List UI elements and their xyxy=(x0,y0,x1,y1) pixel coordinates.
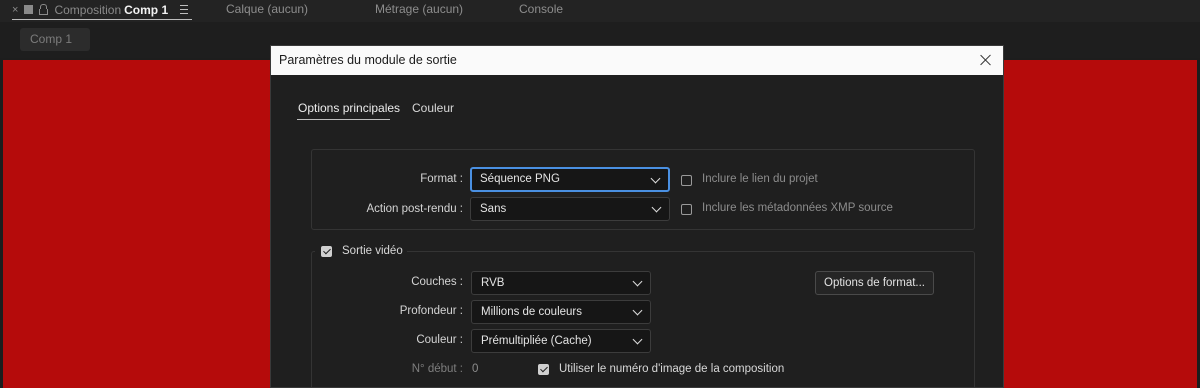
start-frame-value[interactable]: 0 xyxy=(472,363,478,375)
format-value: Séquence PNG xyxy=(480,173,560,185)
tab-main-options[interactable]: Options principales xyxy=(298,101,400,115)
video-output-label: Sortie vidéo xyxy=(342,245,403,257)
video-output-checkbox[interactable] xyxy=(321,246,332,257)
post-render-label: Action post-rendu : xyxy=(366,203,463,215)
composition-color-icon xyxy=(24,5,34,14)
include-project-link-checkbox[interactable] xyxy=(681,175,692,186)
close-icon[interactable] xyxy=(977,51,995,69)
start-frame-label: N° début : xyxy=(411,363,463,375)
post-render-dropdown[interactable]: Sans xyxy=(470,197,670,221)
color-label: Couleur : xyxy=(416,334,463,346)
format-dropdown[interactable]: Séquence PNG xyxy=(470,167,670,192)
tab-console[interactable]: Console xyxy=(519,2,563,16)
depth-dropdown[interactable]: Millions de couleurs xyxy=(471,300,651,324)
dialog-titlebar: Paramètres du module de sortie xyxy=(271,46,1003,75)
chevron-down-icon xyxy=(650,173,661,184)
chevron-down-icon xyxy=(632,334,643,345)
dialog-title: Paramètres du module de sortie xyxy=(279,53,457,67)
close-icon[interactable]: × xyxy=(12,4,18,16)
active-tab-indicator xyxy=(297,119,390,120)
tab-color[interactable]: Couleur xyxy=(412,101,454,115)
channels-value: RVB xyxy=(481,277,505,289)
chevron-down-icon xyxy=(651,202,662,213)
color-value: Prémultipliée (Cache) xyxy=(481,335,592,347)
channels-label: Couches : xyxy=(411,276,463,288)
include-project-link-label: Inclure le lien du projet xyxy=(702,173,818,185)
post-render-value: Sans xyxy=(480,203,507,215)
chevron-down-icon xyxy=(632,276,643,287)
use-comp-frame-label: Utiliser le numéro d'image de la composi… xyxy=(559,363,785,375)
depth-value: Millions de couleurs xyxy=(481,306,582,318)
panel-menu-icon[interactable] xyxy=(180,5,189,14)
output-module-settings-dialog: Paramètres du module de sortie Options p… xyxy=(270,45,1004,388)
use-comp-frame-checkbox[interactable] xyxy=(538,364,549,375)
depth-label: Profondeur : xyxy=(399,305,463,317)
composition-panel-tab[interactable]: × Composition Comp 1 xyxy=(12,0,193,20)
composition-name: Comp 1 xyxy=(124,2,169,17)
chevron-down-icon xyxy=(632,305,643,316)
channels-dropdown[interactable]: RVB xyxy=(471,271,651,295)
include-xmp-checkbox[interactable] xyxy=(681,204,692,215)
format-label: Format : xyxy=(420,173,463,185)
include-xmp-label: Inclure les métadonnées XMP source xyxy=(702,202,893,214)
panel-type-label: Composition xyxy=(54,2,122,17)
tab-layer[interactable]: Calque (aucun) xyxy=(226,2,308,16)
panel-tab-bar: × Composition Comp 1 Calque (aucun) Métr… xyxy=(0,0,1200,22)
comp-breadcrumb-chip[interactable]: Comp 1 xyxy=(20,28,90,51)
format-options-button[interactable]: Options de format... xyxy=(815,271,934,295)
lock-icon[interactable] xyxy=(39,3,49,15)
color-dropdown[interactable]: Prémultipliée (Cache) xyxy=(471,329,651,353)
tab-footage[interactable]: Métrage (aucun) xyxy=(375,2,463,16)
